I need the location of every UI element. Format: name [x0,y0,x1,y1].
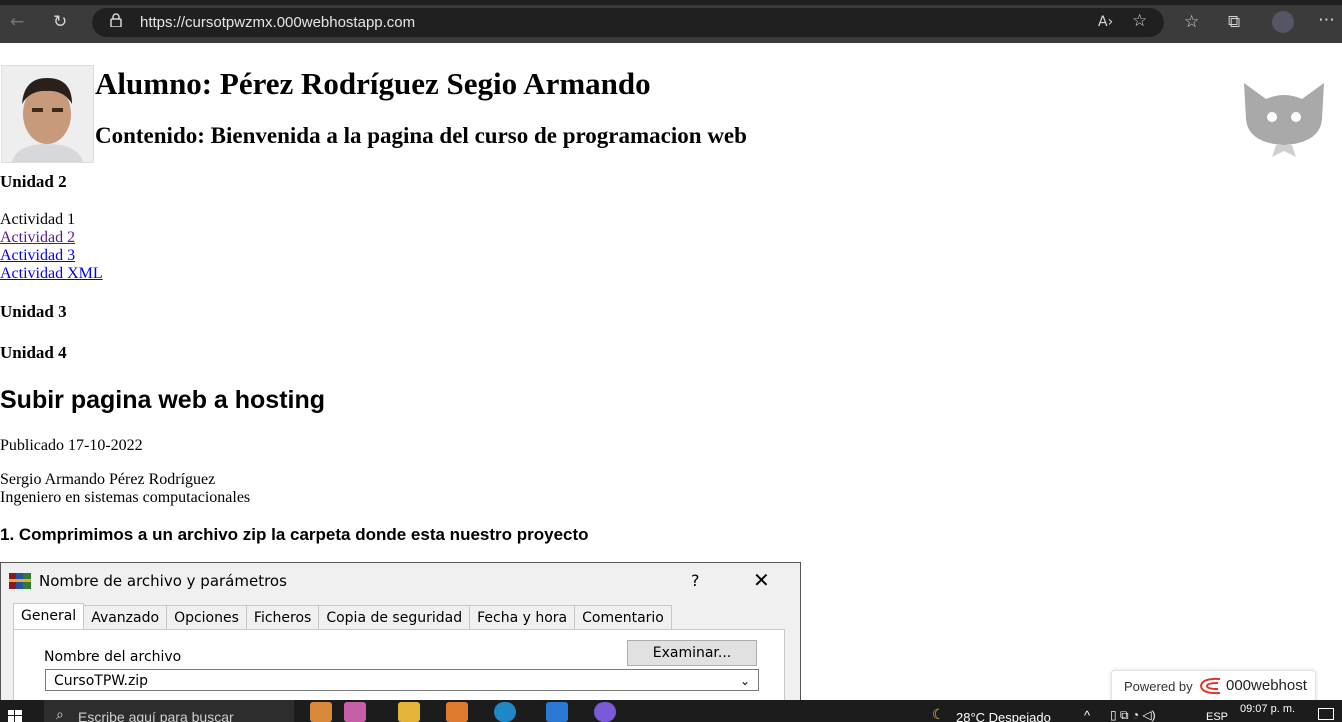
browse-button: Examinar... [627,640,757,666]
lock-icon[interactable] [110,13,122,27]
dialog-title: Nombre de archivo y parámetros [39,572,287,590]
search-placeholder[interactable]: Escribe aquí para buscar [78,709,234,722]
step-1-heading: 1. Comprimimos a un archivo zip la carpe… [0,525,589,544]
powered-by-text: Powered by [1124,679,1193,694]
published-date: Publicado 17-10-2022 [0,437,143,454]
clock-time[interactable]: 09:07 p. m. [1240,703,1295,715]
000webhost-logo-icon [1199,677,1221,695]
activity-xml-link[interactable]: Actividad XML [0,265,103,282]
tab-opciones: Opciones [166,605,247,630]
close-icon: ✕ [753,568,770,592]
notification-icon[interactable] [1318,708,1334,720]
author-role: Ingeniero en sistemas computacionales [0,489,251,506]
unit-4-heading: Unidad 4 [0,343,67,362]
taskbar-search[interactable]: ⌕ Escribe aquí para buscar [44,700,294,722]
more-icon[interactable]: ⋯ [1318,10,1335,30]
discord-icon[interactable] [594,702,616,722]
moon-icon: ☾ [932,706,945,722]
search-icon: ⌕ [56,707,64,722]
activity-1-text: Actividad 1 [0,211,76,228]
widget-icon[interactable] [310,702,332,722]
chevron-down-icon: ⌄ [739,674,750,688]
language-indicator[interactable]: ESP [1206,711,1228,722]
post-title: Subir pagina web a hosting [0,386,326,414]
address-bar[interactable]: https://cursotpwzmx.000webhostapp.com A›… [92,8,1164,37]
archive-dialog-screenshot: Nombre de archivo y parámetros ? ✕ Gener… [0,562,801,700]
filename-field: CursoTPW.zip ⌄ [45,669,759,691]
student-photo [1,65,94,163]
page-content: Alumno: Pérez Rodríguez Segio Armando Co… [0,43,1342,700]
profile-avatar[interactable] [1272,11,1294,33]
help-icon: ? [691,571,700,590]
refresh-icon[interactable]: ↻ [53,12,67,32]
student-heading: Alumno: Pérez Rodríguez Segio Armando [95,66,651,101]
winrar-icon [9,573,31,589]
chevron-up-icon[interactable]: ^ [1084,708,1090,722]
system-tray-icons[interactable]: ▯ ⧉ ◔ ◁) [1110,708,1156,722]
unit-3-heading: Unidad 3 [0,302,67,321]
general-tab-panel: Nombre del archivo Examinar... CursoTPW.… [13,629,785,700]
filename-value: CursoTPW.zip [54,673,149,689]
weather-text[interactable]: 28°C Despejado [956,710,1051,722]
tab-general: General [13,603,85,632]
tab-strip [0,0,1342,5]
activity-2-link[interactable]: Actividad 2 [0,229,75,246]
cake-icon[interactable] [344,702,366,722]
author-name: Sergio Armando Pérez Rodríguez [0,471,216,488]
collections-icon[interactable]: ⧉ [1228,12,1240,32]
tab-avanzado: Avanzado [83,605,168,630]
edge-icon[interactable] [494,702,516,722]
dialog-tabs: General Avanzado Opciones Ficheros Copia… [13,603,672,632]
tab-fecha-hora: Fecha y hora [469,605,576,630]
browser-toolbar: ← ↻ https://cursotpwzmx.000webhostapp.co… [0,0,1342,43]
tab-comentario: Comentario [574,605,672,630]
tab-ficheros: Ficheros [245,605,320,630]
filename-label: Nombre del archivo [44,649,182,665]
add-favorite-icon[interactable]: ☆ [1132,11,1147,31]
xampp-icon[interactable] [446,702,468,722]
content-heading: Contenido: Bienvenida a la pagina del cu… [95,123,747,148]
back-icon[interactable]: ← [10,12,24,32]
vscode-icon[interactable] [546,702,568,722]
favorites-icon[interactable]: ☆ [1184,12,1199,32]
cat-logo-icon [1244,83,1324,157]
windows-start-icon[interactable] [8,710,22,722]
read-aloud-icon[interactable]: A› [1098,12,1113,32]
windows-taskbar: ⌕ Escribe aquí para buscar ☾ 28°C Despej… [0,700,1342,722]
activity-3-link[interactable]: Actividad 3 [0,247,75,264]
url-text[interactable]: https://cursotpwzmx.000webhostapp.com [140,14,415,31]
powered-by-brand: 000webhost [1226,677,1307,694]
powered-by-badge[interactable]: Powered by 000webhost [1111,670,1316,700]
file-explorer-icon[interactable] [398,702,420,722]
tab-copia-seguridad: Copia de seguridad [318,605,471,630]
unit-2-heading: Unidad 2 [0,172,67,191]
